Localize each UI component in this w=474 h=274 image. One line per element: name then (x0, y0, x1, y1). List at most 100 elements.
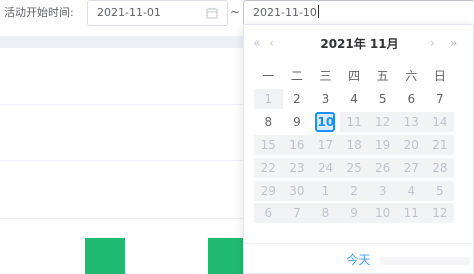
day-number: 13 (403, 115, 419, 130)
day-cell: 18 (339, 134, 369, 155)
day-number: 5 (378, 92, 387, 107)
day-number: 1 (321, 183, 330, 198)
day-number: 18 (346, 137, 362, 152)
day-cell: 29 (254, 180, 283, 201)
day-cell[interactable]: 4 (340, 89, 369, 109)
day-cell: 26 (368, 157, 397, 178)
day-cell: 23 (282, 157, 312, 178)
day-cell: 28 (425, 157, 455, 178)
day-number: 12 (432, 206, 448, 221)
day-cell: 10 (368, 203, 397, 224)
weekday-header: 一二三四五六日 (254, 67, 454, 85)
start-date-input[interactable]: 2021-11-01 (87, 0, 228, 26)
day-number: 10 (375, 206, 391, 221)
day-cell: 15 (254, 134, 283, 155)
day-number: 2 (350, 183, 358, 198)
day-cell[interactable]: 8 (254, 112, 283, 132)
day-cell: 11 (339, 112, 369, 133)
range-separator: ~ (230, 5, 241, 19)
day-number: 8 (264, 115, 273, 130)
day-number: 23 (289, 160, 305, 175)
weekday-label: 一 (262, 69, 275, 83)
day-number: 24 (317, 160, 334, 175)
day-cell: 1 (311, 180, 340, 201)
day-cell: 16 (282, 134, 312, 155)
day-number: 10 (315, 112, 336, 133)
action-button[interactable] (85, 238, 125, 274)
end-date-value: 2021-11-10 (253, 5, 319, 19)
day-number: 9 (293, 115, 301, 130)
day-cell: 4 (396, 180, 426, 201)
day-number: 27 (403, 160, 419, 175)
watermark-icon (380, 257, 470, 265)
day-grid: 1 2 3 4 5 6 7 8 9 10 11 12 13 14 15 16 17 18 19 20 21 22 23 24 2… (254, 88, 455, 225)
day-cell[interactable]: 6 (397, 89, 426, 109)
day-cell: 1 (254, 89, 283, 110)
weekday-label: 三 (319, 69, 332, 83)
day-cell: 2 (339, 180, 369, 201)
week-row: 15 16 17 18 19 20 21 (254, 134, 455, 157)
day-number: 9 (350, 206, 358, 221)
day-number: 16 (289, 137, 305, 152)
day-number: 26 (375, 160, 391, 175)
next-year-icon[interactable]: » (450, 36, 457, 50)
end-date-input[interactable]: 2021-11-10 (243, 0, 474, 26)
day-cell[interactable]: 2 (283, 89, 312, 109)
day-cell[interactable]: 3 (311, 89, 340, 109)
day-cell[interactable]: 9 (283, 112, 312, 132)
day-number: 8 (321, 206, 330, 221)
day-cell: 22 (254, 157, 283, 178)
weekday-label: 六 (405, 69, 418, 83)
week-row: 6 7 8 9 10 11 12 (254, 202, 455, 225)
day-cell: 8 (311, 203, 340, 224)
day-cell: 11 (396, 203, 426, 224)
day-cell: 14 (425, 112, 455, 133)
day-number: 5 (436, 183, 444, 198)
next-month-icon[interactable]: › (430, 36, 435, 50)
day-number: 25 (346, 160, 362, 175)
calendar-icon[interactable] (206, 7, 218, 19)
day-cell: 17 (311, 134, 340, 155)
day-number: 15 (260, 137, 276, 152)
day-cell: 25 (339, 157, 369, 178)
day-cell: 27 (396, 157, 426, 178)
day-number: 17 (317, 137, 334, 152)
day-cell: 24 (311, 157, 340, 178)
day-cell: 19 (368, 134, 397, 155)
day-cell[interactable]: 7 (426, 89, 455, 109)
day-number: 28 (432, 160, 448, 175)
day-number: 29 (260, 183, 276, 198)
weekday-label: 日 (433, 69, 446, 83)
week-row: 22 23 24 25 26 27 28 (254, 156, 455, 179)
day-number: 20 (403, 137, 419, 152)
weekday-label: 五 (376, 69, 389, 83)
day-number: 3 (378, 183, 387, 198)
day-number: 4 (350, 92, 358, 107)
action-button[interactable] (208, 238, 248, 274)
start-date-value: 2021-11-01 (97, 6, 161, 19)
day-number: 3 (321, 92, 330, 107)
week-row: 8 9 10 11 12 13 14 (254, 111, 455, 134)
day-number: 7 (436, 92, 444, 107)
selected-day-cell[interactable]: 10 (311, 112, 340, 133)
day-number: 11 (346, 115, 362, 130)
day-number: 6 (407, 92, 416, 107)
week-row: 29 30 1 2 3 4 5 (254, 179, 455, 202)
day-cell: 30 (282, 180, 312, 201)
day-number: 22 (260, 160, 276, 175)
day-number: 14 (432, 115, 448, 130)
calendar-title: 2021年 11月 (320, 37, 399, 51)
day-number: 21 (432, 137, 448, 152)
day-number: 30 (289, 183, 305, 198)
day-number: 12 (375, 115, 391, 130)
day-cell[interactable]: 5 (368, 89, 397, 109)
date-picker-popup: « ‹ 2021年 11月 › » 一二三四五六日 1 2 3 4 5 6 7 8 9 10 11 1… (243, 24, 474, 274)
day-number: 6 (264, 206, 273, 221)
day-number: 7 (293, 206, 301, 221)
day-cell: 6 (254, 203, 283, 224)
day-cell: 12 (425, 203, 455, 224)
footer-divider (244, 243, 473, 244)
day-number: 11 (403, 206, 419, 221)
day-cell: 12 (368, 112, 397, 133)
text-cursor (317, 5, 319, 18)
